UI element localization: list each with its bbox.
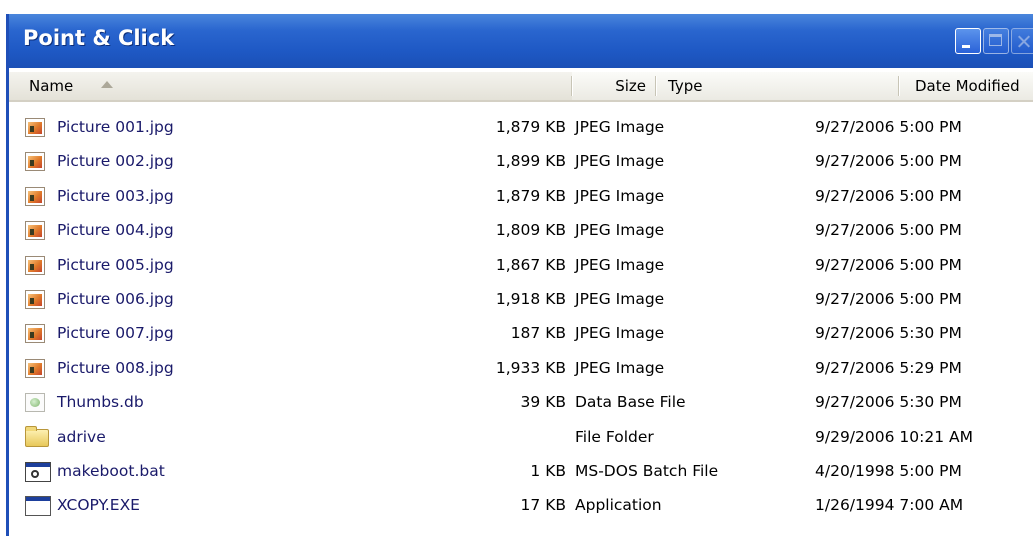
jpeg-file-icon xyxy=(25,152,45,172)
sort-ascending-arrow-icon xyxy=(101,81,113,88)
batch-file-icon xyxy=(25,461,51,482)
file-date-modified: 9/27/2006 5:00 PM xyxy=(815,152,962,171)
file-date-modified: 4/20/1998 5:00 PM xyxy=(815,461,962,480)
file-type: Application xyxy=(575,496,662,515)
file-type: JPEG Image xyxy=(575,255,665,274)
file-row[interactable]: Picture 002.jpg 1,899 KB JPEG Image 9/27/20… xyxy=(9,144,1033,178)
file-type: JPEG Image xyxy=(575,358,665,377)
file-date-modified: 9/27/2006 5:30 PM xyxy=(815,393,962,412)
file-name: adrive xyxy=(57,427,106,446)
jpeg-file-icon xyxy=(25,186,45,206)
minimize-icon[interactable] xyxy=(955,28,981,54)
title-bar[interactable]: Point & Click xyxy=(9,14,1033,68)
column-header-date-modified[interactable]: Date Modified xyxy=(899,72,1033,100)
jpeg-file-icon xyxy=(25,358,45,378)
file-row[interactable]: adrive File Folder 9/29/2006 10:21 AM xyxy=(9,420,1033,454)
file-name: Picture 002.jpg xyxy=(57,152,174,171)
file-size: 1,809 KB xyxy=(495,221,566,240)
column-header-name[interactable]: Name xyxy=(9,72,572,100)
file-type: JPEG Image xyxy=(575,289,665,308)
file-size: 39 KB xyxy=(520,393,566,412)
jpeg-file-icon xyxy=(25,324,45,344)
file-type: File Folder xyxy=(575,427,654,446)
file-type: JPEG Image xyxy=(575,152,665,171)
file-type: MS-DOS Batch File xyxy=(575,461,719,480)
file-size: 1,899 KB xyxy=(495,152,566,171)
file-size: 1,867 KB xyxy=(495,255,566,274)
file-name: Picture 004.jpg xyxy=(57,221,174,240)
maximize-icon[interactable] xyxy=(983,28,1009,54)
file-size: 1,933 KB xyxy=(495,358,566,377)
file-date-modified: 9/27/2006 5:00 PM xyxy=(815,186,962,205)
file-name: Picture 001.jpg xyxy=(57,118,174,136)
file-name: Thumbs.db xyxy=(57,393,144,412)
column-header-size[interactable]: Size xyxy=(572,72,656,100)
file-name: makeboot.bat xyxy=(57,461,165,480)
file-row[interactable]: Picture 008.jpg 1,933 KB JPEG Image 9/27/20… xyxy=(9,351,1033,385)
file-size: 1 KB xyxy=(530,461,566,480)
file-type: Data Base File xyxy=(575,393,686,412)
file-name: Picture 008.jpg xyxy=(57,358,174,377)
file-row[interactable]: Picture 004.jpg 1,809 KB JPEG Image 9/27/20… xyxy=(9,213,1033,247)
database-file-icon xyxy=(25,393,45,413)
file-row[interactable]: Picture 005.jpg 1,867 KB JPEG Image 9/27/20… xyxy=(9,248,1033,282)
file-name: XCOPY.EXE xyxy=(57,496,140,515)
file-row[interactable]: XCOPY.EXE 17 KB Application 1/26/1994 7:00 … xyxy=(9,488,1033,522)
column-header-type-label: Type xyxy=(668,77,703,95)
jpeg-file-icon xyxy=(25,221,45,241)
column-header-name-label: Name xyxy=(29,77,74,95)
file-date-modified: 9/27/2006 5:30 PM xyxy=(815,324,962,343)
file-row[interactable]: Thumbs.db 39 KB Data Base File 9/27/2006 5:… xyxy=(9,385,1033,419)
file-size: 1,879 KB xyxy=(495,186,566,205)
file-date-modified: 9/27/2006 5:29 PM xyxy=(815,358,962,377)
jpeg-file-icon xyxy=(25,118,45,137)
file-date-modified: 9/27/2006 5:00 PM xyxy=(815,221,962,240)
file-type: JPEG Image xyxy=(575,186,665,205)
file-row[interactable]: Picture 001.jpg 1,879 KB JPEG Image 9/27/20… xyxy=(9,110,1033,144)
file-type: JPEG Image xyxy=(575,221,665,240)
file-list: Picture 001.jpg 1,879 KB JPEG Image 9/27/20… xyxy=(9,110,1033,523)
file-size: 1,879 KB xyxy=(495,118,566,136)
file-type: JPEG Image xyxy=(575,118,665,136)
file-type: JPEG Image xyxy=(575,324,665,343)
application-icon xyxy=(25,496,51,517)
file-name: Picture 006.jpg xyxy=(57,289,174,308)
file-size: 17 KB xyxy=(520,496,566,515)
column-header-type[interactable]: Type xyxy=(656,72,899,100)
file-date-modified: 9/27/2006 5:00 PM xyxy=(815,255,962,274)
file-size xyxy=(469,420,566,454)
column-header-bar: Name Size Type Date Modified xyxy=(9,72,1033,102)
file-name: Picture 007.jpg xyxy=(57,324,174,343)
file-size: 187 KB xyxy=(510,324,566,343)
file-date-modified: 9/27/2006 5:00 PM xyxy=(815,118,962,136)
file-row[interactable]: Picture 003.jpg 1,879 KB JPEG Image 9/27/20… xyxy=(9,179,1033,213)
column-header-date-label: Date Modified xyxy=(915,77,1020,95)
window-title: Point & Click xyxy=(23,26,175,50)
file-date-modified: 9/27/2006 5:00 PM xyxy=(815,289,962,308)
close-icon[interactable] xyxy=(1011,28,1033,54)
column-header-size-label: Size xyxy=(615,77,646,95)
file-size: 1,918 KB xyxy=(495,289,566,308)
folder-icon xyxy=(25,425,49,447)
explorer-window: Point & Click Name Size Type Date Modifi… xyxy=(6,14,1033,536)
file-row[interactable]: makeboot.bat 1 KB MS-DOS Batch File 4/20/19… xyxy=(9,454,1033,488)
file-name: Picture 005.jpg xyxy=(57,255,174,274)
file-date-modified: 1/26/1994 7:00 AM xyxy=(815,496,964,515)
file-date-modified: 9/29/2006 10:21 AM xyxy=(815,427,973,446)
file-name: Picture 003.jpg xyxy=(57,186,174,205)
jpeg-file-icon xyxy=(25,289,45,309)
file-row[interactable]: Picture 006.jpg 1,918 KB JPEG Image 9/27/20… xyxy=(9,282,1033,316)
file-row[interactable]: Picture 007.jpg 187 KB JPEG Image 9/27/2006… xyxy=(9,316,1033,350)
jpeg-file-icon xyxy=(25,255,45,275)
